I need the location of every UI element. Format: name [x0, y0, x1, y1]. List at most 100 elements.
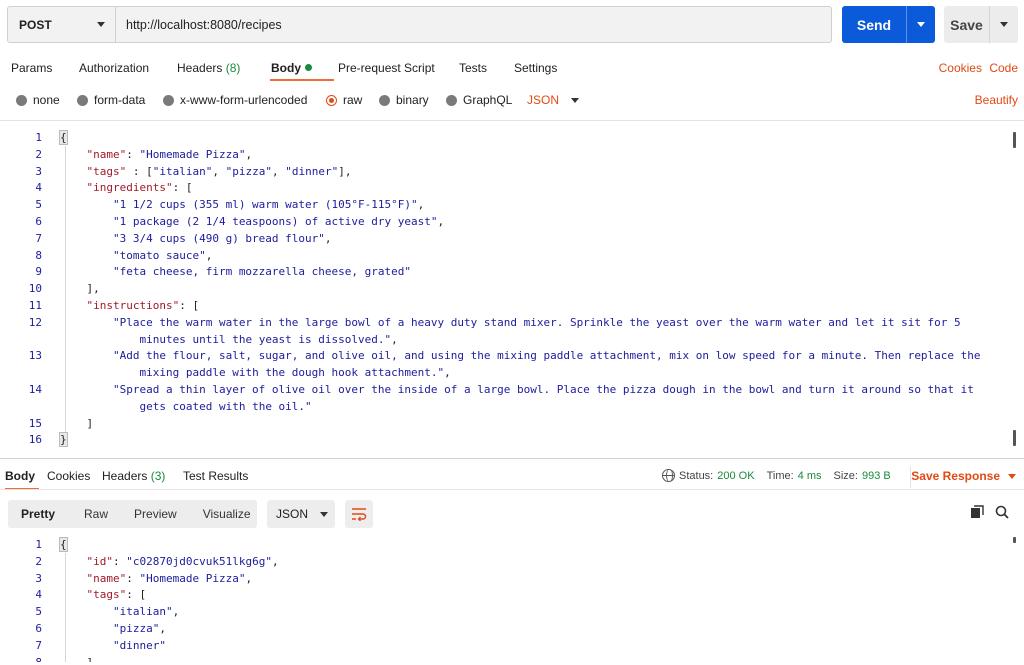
tab-response-cookies[interactable]: Cookies	[47, 469, 90, 483]
line-number	[8, 332, 42, 349]
tab-prerequest-script[interactable]: Pre-request Script	[338, 61, 435, 75]
json-key: "tags"	[86, 588, 127, 602]
json-punctuation: {	[59, 537, 68, 552]
tab-response-body[interactable]: Body	[5, 469, 35, 483]
globe-icon[interactable]	[662, 469, 675, 482]
json-punctuation	[60, 400, 139, 413]
json-punctuation	[60, 249, 113, 262]
code-line: "pizza",	[60, 621, 1004, 638]
line-number: 6	[35, 621, 42, 635]
save-button[interactable]: Save	[944, 6, 1018, 43]
json-punctuation	[60, 572, 87, 585]
json-key: "ingredients"	[86, 181, 173, 195]
json-punctuation	[60, 605, 113, 618]
line-number: 8	[8, 655, 42, 662]
radio-circle-icon	[446, 94, 457, 106]
json-string: "Homemade Pizza"	[139, 571, 246, 585]
json-string: "Spread a thin layer of olive oil over t…	[112, 382, 974, 396]
view-visualize[interactable]: Visualize	[190, 500, 264, 528]
tab-tests[interactable]: Tests	[459, 61, 487, 75]
radio-binary[interactable]: binary	[379, 93, 429, 107]
size-value[interactable]: 993 B	[862, 470, 891, 482]
json-punctuation: ],	[60, 656, 99, 662]
viewer-scrollbar[interactable]	[1013, 537, 1016, 543]
radio-circle-icon	[77, 94, 88, 106]
tab-body[interactable]: Body	[271, 61, 312, 75]
view-preview[interactable]: Preview	[121, 500, 190, 528]
url-input[interactable]	[116, 7, 831, 42]
radio-label: none	[33, 93, 60, 107]
radio-label: form-data	[94, 93, 146, 107]
time-label: Time:	[766, 469, 794, 482]
code-line: ],	[60, 281, 1004, 298]
save-options-button[interactable]	[990, 22, 1018, 27]
json-punctuation: ,	[444, 366, 451, 380]
line-number: 14	[28, 382, 42, 396]
time-value[interactable]: 4 ms	[798, 470, 822, 482]
view-pretty[interactable]: Pretty	[8, 500, 68, 528]
json-punctuation	[60, 215, 113, 228]
radio-raw[interactable]: raw	[326, 93, 362, 107]
send-label: Send	[856, 16, 892, 33]
beautify-link[interactable]: Beautify	[975, 93, 1018, 107]
response-body-viewer[interactable]: 1 2 3 4 5 6 7 8 { "id": "c02870jd0cvuk51lkg6g",…	[8, 537, 1018, 662]
code-lines: { "id": "c02870jd0cvuk51lkg6g", "name": …	[59, 537, 1004, 662]
radio-urlencoded[interactable]: x-www-form-urlencoded	[163, 93, 307, 107]
json-punctuation: ,	[391, 332, 398, 346]
line-number: 15	[28, 416, 42, 430]
code-line: "dinner"	[60, 638, 1004, 655]
copy-icon[interactable]	[970, 505, 984, 519]
json-punctuation: ],	[60, 282, 100, 296]
editor-scrollbar-bottom[interactable]	[1013, 430, 1016, 446]
json-string: "Add the flour, salt, sugar, and olive o…	[112, 349, 981, 363]
line-number: 5	[35, 605, 42, 619]
tab-headers[interactable]: Headers (8)	[177, 61, 240, 75]
status-value[interactable]: 200 OK	[717, 470, 754, 482]
body-format-select[interactable]: JSON	[527, 93, 580, 107]
view-raw[interactable]: Raw	[68, 500, 121, 528]
json-string: "1 1/2 cups (355 ml) warm water (105°F-1…	[112, 198, 418, 212]
save-response-button[interactable]: Save Response	[911, 469, 1016, 483]
json-punctuation: ,	[417, 198, 425, 212]
json-punctuation: ]	[60, 416, 94, 430]
code-line: "1 1/2 cups (355 ml) warm water (105°F-1…	[60, 197, 1004, 214]
radio-graphql[interactable]: GraphQL	[446, 93, 512, 107]
radio-none[interactable]: none	[16, 93, 60, 107]
tab-settings[interactable]: Settings	[514, 61, 557, 75]
tab-params[interactable]: Params	[11, 61, 52, 75]
line-number: 4	[35, 588, 42, 602]
json-punctuation: : [	[172, 181, 193, 195]
json-punctuation	[60, 316, 113, 329]
code-line: "ingredients": [	[60, 180, 1004, 197]
divider	[0, 120, 1024, 121]
tab-authorization[interactable]: Authorization	[79, 61, 149, 75]
json-punctuation	[60, 366, 139, 379]
editor-scrollbar[interactable]	[1013, 132, 1016, 148]
json-punctuation	[60, 181, 87, 194]
send-options-button[interactable]	[907, 22, 935, 27]
pane-divider[interactable]	[0, 458, 1024, 459]
size-label: Size:	[833, 469, 858, 482]
json-string: "Homemade Pizza"	[139, 147, 246, 161]
json-punctuation	[60, 588, 87, 601]
tab-response-headers-label: Headers	[102, 469, 148, 483]
json-punctuation: ,	[324, 231, 332, 245]
tab-test-results[interactable]: Test Results	[183, 469, 248, 483]
json-string: "dinner"	[112, 638, 166, 652]
line-numbers: 1 2 3 4 5 6 7 8	[8, 537, 42, 662]
send-button[interactable]: Send	[842, 6, 935, 43]
cookies-link[interactable]: Cookies	[939, 61, 982, 75]
request-body-editor[interactable]: 1 2 3 4 5 6 7 8 9 10 11 12 13 14 15 16 { "name": "Ho…	[8, 130, 1018, 450]
line-number: 1	[35, 538, 42, 551]
radio-form-data[interactable]: form-data	[77, 93, 145, 107]
response-format-select[interactable]: JSON	[267, 500, 335, 528]
json-punctuation: ,	[245, 147, 253, 161]
json-punctuation: : [	[126, 164, 153, 178]
method-select[interactable]: POST	[8, 7, 116, 42]
json-string: "c02870jd0cvuk51lkg6g"	[126, 554, 272, 568]
search-icon[interactable]	[995, 505, 1009, 519]
tab-response-headers[interactable]: Headers (3)	[102, 469, 165, 483]
code-link[interactable]: Code	[989, 61, 1018, 75]
radio-circle-icon	[379, 94, 390, 106]
wrap-lines-button[interactable]	[345, 500, 373, 528]
